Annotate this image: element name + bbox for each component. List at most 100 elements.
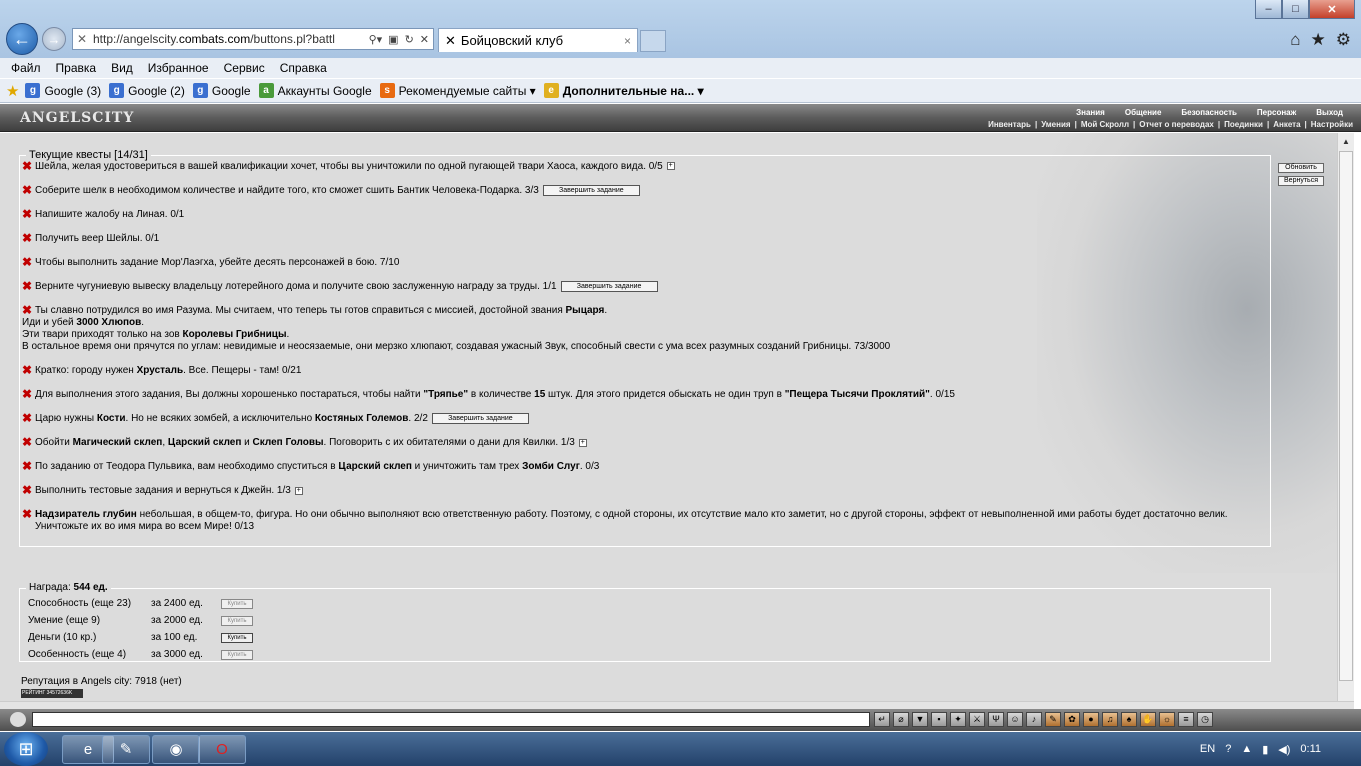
favorites-star-icon[interactable]: ★: [1311, 30, 1326, 50]
buy-button[interactable]: Купить: [221, 649, 253, 660]
item-icon[interactable]: ●: [1083, 712, 1099, 727]
filter-icon[interactable]: ▼: [912, 712, 928, 727]
cancel-quest-icon[interactable]: ✖: [22, 232, 32, 244]
forward-button[interactable]: →: [42, 27, 66, 51]
emoji-icon[interactable]: ☺: [1007, 712, 1023, 727]
fav-google-3[interactable]: g Google (3): [25, 83, 101, 98]
url-text[interactable]: http://angelscity.combats.com/buttons.pl…: [93, 32, 369, 46]
back-button[interactable]: ←: [6, 23, 38, 55]
subnav-profile[interactable]: Анкета: [1271, 120, 1302, 129]
search-icon[interactable]: ⚲▾: [369, 33, 383, 46]
maximize-button[interactable]: □: [1282, 0, 1309, 19]
fav-suggested-sites[interactable]: s Рекомендуемые сайты ▾: [379, 83, 536, 98]
close-window-button[interactable]: ✕: [1309, 0, 1355, 19]
fav-google-2[interactable]: g Google (2): [109, 83, 185, 98]
item-icon[interactable]: ☼: [1159, 712, 1175, 727]
cancel-quest-icon[interactable]: ✖: [22, 280, 32, 292]
help-icon[interactable]: ?: [1225, 743, 1231, 755]
clock-icon[interactable]: ◷: [1197, 712, 1213, 727]
complete-quest-button[interactable]: Завершить задание: [431, 413, 529, 425]
cancel-quest-icon[interactable]: ✖: [22, 484, 32, 496]
cancel-quest-icon[interactable]: ✖: [22, 160, 32, 172]
fight-icon[interactable]: ⚔: [969, 712, 985, 727]
scroll-up-icon[interactable]: ▲: [1338, 133, 1354, 150]
nav-knowledge[interactable]: Знания: [1066, 108, 1115, 117]
tray-up-icon[interactable]: ▲: [1241, 743, 1252, 755]
menu-help[interactable]: Справка: [280, 61, 327, 75]
cancel-quest-icon[interactable]: ✖: [22, 256, 32, 268]
menu-favorites[interactable]: Избранное: [148, 61, 209, 75]
stop-icon[interactable]: ✕: [420, 33, 429, 46]
expand-icon[interactable]: +: [666, 162, 675, 171]
cancel-quest-icon[interactable]: ✖: [22, 388, 32, 400]
stance-icon[interactable]: ✦: [950, 712, 966, 727]
subnav-transfers[interactable]: Отчет о переводах: [1137, 120, 1216, 129]
expand-icon[interactable]: +: [294, 486, 303, 495]
cancel-quest-icon[interactable]: ✖: [22, 412, 32, 424]
subnav-inventory[interactable]: Инвентарь: [986, 120, 1033, 129]
back-button-game[interactable]: Вернуться: [1278, 176, 1324, 186]
taskbar-media-icon[interactable]: ◉: [152, 735, 200, 764]
nav-communication[interactable]: Общение: [1115, 108, 1172, 117]
refresh-icon[interactable]: ↻: [405, 33, 414, 46]
item-icon[interactable]: ✎: [1045, 712, 1061, 727]
item-icon[interactable]: ♫: [1102, 712, 1118, 727]
menu-file[interactable]: Файл: [11, 61, 41, 75]
subnav-skills[interactable]: Умения: [1039, 120, 1072, 129]
vertical-scrollbar[interactable]: ▲: [1337, 133, 1354, 701]
scroll-thumb[interactable]: [1339, 151, 1353, 681]
subnav-settings[interactable]: Настройки: [1309, 120, 1355, 129]
cancel-quest-icon[interactable]: ✖: [22, 304, 32, 316]
menu-icon[interactable]: ≡: [1178, 712, 1194, 727]
subnav-fights[interactable]: Поединки: [1222, 120, 1265, 129]
start-button[interactable]: ⊞: [4, 732, 48, 766]
menu-edit[interactable]: Правка: [56, 61, 97, 75]
cancel-quest-icon[interactable]: ✖: [22, 508, 32, 520]
item-icon[interactable]: ♠: [1121, 712, 1137, 727]
save-icon[interactable]: ▪: [931, 712, 947, 727]
horizontal-scrollbar[interactable]: [0, 701, 1354, 709]
cancel-quest-icon[interactable]: ✖: [22, 364, 32, 376]
translate-icon[interactable]: Ψ: [988, 712, 1004, 727]
fav-google-accounts[interactable]: a Аккаунты Google: [258, 83, 372, 98]
gear-icon[interactable]: ⚙: [1336, 30, 1351, 50]
cancel-quest-icon[interactable]: ✖: [22, 184, 32, 196]
address-bar[interactable]: ✕ http://angelscity.combats.com/buttons.…: [72, 28, 434, 50]
complete-quest-button[interactable]: Завершить задание: [542, 185, 640, 196]
nav-exit[interactable]: Выход: [1306, 108, 1353, 117]
menu-tools[interactable]: Сервис: [224, 61, 265, 75]
expand-icon[interactable]: +: [578, 438, 587, 447]
chat-smile-icon[interactable]: [10, 712, 26, 727]
menu-view[interactable]: Вид: [111, 61, 133, 75]
language-indicator[interactable]: EN: [1200, 743, 1215, 755]
cancel-quest-icon[interactable]: ✖: [22, 208, 32, 220]
compat-view-icon[interactable]: ▣: [388, 33, 398, 46]
cancel-quest-icon[interactable]: ✖: [22, 436, 32, 448]
sound-icon[interactable]: ♪: [1026, 712, 1042, 727]
minimize-button[interactable]: –: [1255, 0, 1282, 19]
taskbar-app-icon[interactable]: ✎: [102, 735, 150, 764]
volume-icon[interactable]: ◀): [1278, 743, 1290, 756]
send-icon[interactable]: ↵: [874, 712, 890, 727]
fav-more-addons[interactable]: e Дополнительные на... ▾: [543, 83, 704, 98]
new-tab-button[interactable]: [640, 30, 666, 52]
favorites-add-icon[interactable]: ★: [6, 82, 19, 100]
network-icon[interactable]: ▮: [1262, 743, 1268, 756]
complete-quest-button[interactable]: Завершить задание: [560, 281, 658, 293]
fav-google[interactable]: g Google: [192, 83, 251, 98]
home-icon[interactable]: ⌂: [1290, 30, 1300, 50]
buy-button[interactable]: Купить: [221, 632, 253, 643]
rating-counter[interactable]: РЕЙТИНГ 34572636K: [21, 689, 83, 698]
item-icon[interactable]: ✋: [1140, 712, 1156, 727]
clock[interactable]: 0:11: [1300, 743, 1321, 755]
buy-button[interactable]: Купить: [221, 598, 253, 609]
browser-tab[interactable]: ✕ Бойцовский клуб ×: [438, 28, 638, 52]
nav-character[interactable]: Персонаж: [1247, 108, 1306, 117]
subnav-scroll[interactable]: Мой Скролл: [1079, 120, 1131, 129]
cancel-quest-icon[interactable]: ✖: [22, 460, 32, 472]
chat-input[interactable]: [32, 712, 870, 727]
item-icon[interactable]: ✿: [1064, 712, 1080, 727]
taskbar-opera-icon[interactable]: O: [198, 735, 246, 764]
clear-icon[interactable]: ⌀: [893, 712, 909, 727]
refresh-button[interactable]: Обновить: [1278, 163, 1324, 173]
